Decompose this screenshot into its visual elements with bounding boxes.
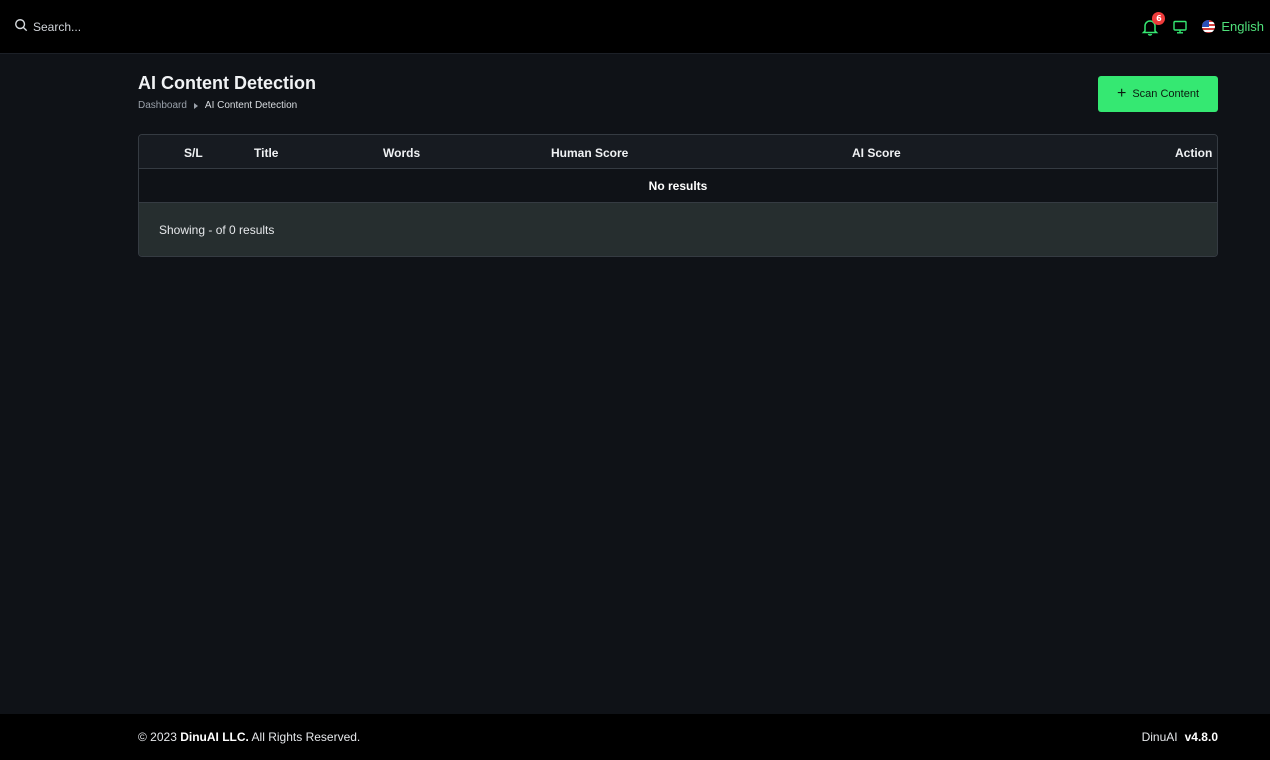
empty-row: No results [139, 169, 1217, 203]
breadcrumb: Dashboard AI Content Detection [138, 100, 297, 111]
topbar-actions: 6 English [1141, 11, 1264, 36]
search-icon [14, 18, 28, 35]
search-placeholder[interactable]: Search... [33, 20, 81, 34]
rights-text: All Rights Reserved. [251, 730, 361, 744]
version-number: v4.8.0 [1184, 730, 1218, 744]
column-header-title: Title [254, 146, 279, 160]
scan-content-label: Scan Content [1132, 88, 1199, 100]
us-flag-icon [1202, 20, 1216, 33]
table-header: S/L Title Words Human Score AI Score Act… [139, 135, 1217, 169]
monitor-icon [1172, 20, 1188, 39]
results-summary: Showing - of 0 results [159, 223, 275, 237]
display-toggle-button[interactable] [1172, 19, 1188, 35]
copyright-prefix: © 2023 [138, 730, 177, 744]
breadcrumb-current: AI Content Detection [204, 100, 298, 111]
caret-right-icon [193, 102, 198, 109]
column-header-action: Action [1175, 146, 1213, 160]
column-header-sl: S/L [184, 146, 203, 160]
column-header-ai-score: AI Score [852, 146, 901, 160]
top-bar: Search... 6 English [0, 0, 1270, 54]
company-name: DinuAI LLC. [180, 730, 249, 744]
page-footer: © 2023 DinuAI LLC. All Rights Reserved. … [0, 714, 1270, 760]
column-header-human-score: Human Score [551, 146, 629, 160]
scan-content-button[interactable]: + Scan Content [1098, 76, 1218, 112]
notifications-button[interactable]: 6 [1141, 11, 1166, 36]
notification-badge: 6 [1152, 11, 1166, 25]
search-box[interactable]: Search... [14, 18, 81, 35]
language-selector[interactable]: English [1202, 19, 1264, 34]
results-table: S/L Title Words Human Score AI Score Act… [138, 134, 1218, 257]
empty-message: No results [648, 178, 708, 193]
copyright: © 2023 DinuAI LLC. All Rights Reserved. [138, 730, 360, 744]
product-name: DinuAI [1141, 730, 1178, 744]
column-header-words: Words [383, 146, 421, 160]
bell-icon [1141, 19, 1159, 40]
plus-icon: + [1117, 85, 1127, 102]
breadcrumb-dashboard[interactable]: Dashboard [138, 100, 187, 111]
page-title: AI Content Detection [138, 73, 316, 93]
version-info: DinuAI v4.8.0 [1142, 730, 1218, 744]
pagination-footer: Showing - of 0 results [139, 203, 1217, 256]
language-label: English [1221, 19, 1264, 34]
